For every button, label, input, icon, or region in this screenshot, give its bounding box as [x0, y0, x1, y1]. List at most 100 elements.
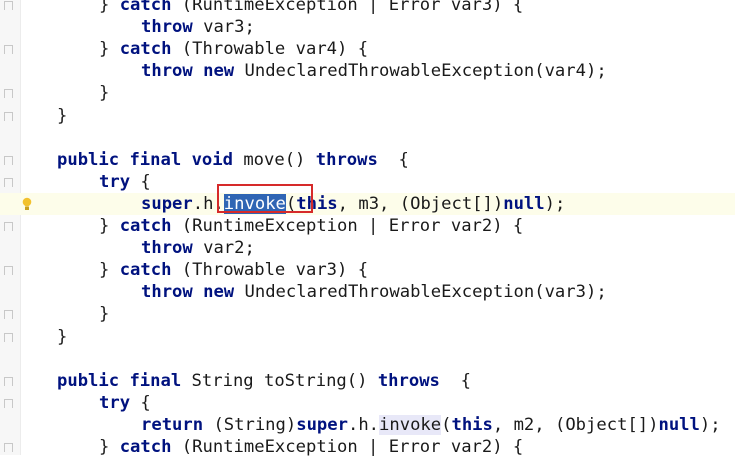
keyword-token: super [141, 193, 193, 214]
code-text: try { [99, 392, 151, 414]
code-token: , m3, (Object[]) [337, 193, 504, 214]
code-line[interactable]: } catch (Throwable var3) { [0, 259, 735, 281]
code-line[interactable]: try { [0, 171, 735, 193]
code-line[interactable]: throw var2; [0, 237, 735, 259]
code-token: } [99, 0, 120, 15]
code-line[interactable]: throw new UndeclaredThrowableException(v… [0, 281, 735, 303]
fold-marker-icon[interactable] [4, 1, 13, 10]
keyword-token: catch [119, 260, 172, 281]
code-text: return (String)super.h.invoke(this, m2, … [141, 414, 721, 436]
code-text: throw new UndeclaredThrowableException(v… [141, 60, 607, 82]
code-token: var2; [192, 238, 255, 259]
fold-marker-icon[interactable] [4, 443, 13, 452]
code-line[interactable]: super.h.invoke(this, m3, (Object[])null)… [0, 192, 735, 215]
code-line[interactable]: try { [0, 392, 735, 414]
code-token: } [99, 39, 120, 60]
keyword-token: final [129, 149, 182, 170]
code-token: } [99, 83, 110, 104]
code-token: } [57, 326, 68, 347]
lightbulb-icon[interactable] [22, 197, 32, 211]
code-token: } [57, 105, 68, 126]
code-line[interactable]: } catch (RuntimeException | Error var3) … [0, 0, 735, 16]
keyword-token: new [203, 61, 235, 82]
code-token: (String) [203, 414, 297, 435]
fold-marker-icon[interactable] [4, 398, 13, 408]
code-line[interactable]: throw var3; [0, 16, 735, 38]
code-line[interactable]: } [0, 82, 735, 104]
code-line[interactable]: } [0, 303, 735, 325]
fold-marker-icon[interactable] [4, 376, 13, 386]
keyword-token: new [203, 282, 235, 303]
code-line[interactable]: public final String toString() throws { [0, 370, 735, 392]
keyword-token: null [658, 414, 700, 435]
annotation-highlight-box [217, 184, 313, 213]
keyword-token: catch [119, 0, 172, 15]
code-line[interactable]: throw new UndeclaredThrowableException(v… [0, 60, 735, 82]
code-text: public final void move() throws { [57, 149, 409, 171]
code-text: } [99, 82, 109, 104]
code-token: ( [441, 414, 452, 435]
code-text: } [57, 326, 67, 348]
fold-marker-icon[interactable] [4, 89, 13, 99]
code-line[interactable] [0, 348, 735, 370]
code-token: { [439, 370, 471, 391]
keyword-token: throw [141, 282, 193, 303]
code-token: } [99, 260, 120, 281]
fold-marker-icon[interactable] [4, 222, 13, 231]
code-token: UndeclaredThrowableException(var4); [234, 61, 607, 82]
fold-marker-icon[interactable] [4, 332, 13, 342]
code-line[interactable]: return (String)super.h.invoke(this, m2, … [0, 414, 735, 436]
code-line[interactable] [0, 127, 735, 149]
keyword-token: catch [119, 39, 172, 60]
keyword-token: throw [141, 17, 193, 38]
code-line[interactable]: } catch (RuntimeException | Error var2) … [0, 215, 735, 237]
code-token: (Throwable var4) { [171, 39, 369, 60]
code-token: ); [544, 193, 566, 214]
keyword-token: super [296, 414, 348, 435]
code-text: } [57, 105, 67, 127]
code-token: } [99, 304, 110, 325]
code-text: } catch (Throwable var4) { [99, 38, 368, 60]
code-token: (RuntimeException | Error var2) { [171, 216, 524, 236]
code-token: { [377, 149, 409, 170]
code-token: var3; [192, 17, 255, 38]
code-text: public final String toString() throws { [57, 370, 471, 392]
keyword-token: catch [119, 437, 172, 457]
fold-marker-icon[interactable] [4, 266, 13, 276]
code-text: throw var3; [141, 16, 255, 38]
fold-marker-icon[interactable] [4, 310, 13, 320]
code-token: move() [232, 149, 316, 170]
code-line[interactable]: public final void move() throws { [0, 149, 735, 171]
code-token: (Throwable var3) { [171, 260, 369, 281]
code-line[interactable]: } [0, 326, 735, 348]
keyword-token: try [99, 171, 131, 192]
keyword-token: throw [141, 238, 193, 259]
code-token: } [99, 437, 120, 457]
code-text: } catch (RuntimeException | Error var3) … [99, 0, 523, 16]
fold-marker-icon[interactable] [4, 111, 13, 121]
code-line[interactable]: } catch (Throwable var4) { [0, 38, 735, 60]
code-text: } catch (RuntimeException | Error var2) … [99, 215, 523, 237]
fold-marker-icon[interactable] [4, 45, 13, 55]
keyword-token: throws [377, 370, 440, 391]
fold-marker-icon[interactable] [4, 155, 13, 165]
fold-marker-icon[interactable] [4, 177, 13, 187]
code-editor[interactable]: } catch (RuntimeException | Error var3) … [0, 0, 735, 457]
code-text: super.h.invoke(this, m3, (Object[])null)… [141, 193, 565, 215]
code-line[interactable]: } [0, 105, 735, 127]
keyword-token: void [191, 149, 233, 170]
code-token: .h. [347, 414, 380, 435]
code-token: (RuntimeException | Error var2) { [171, 437, 524, 457]
code-token: , m2, (Object[]) [492, 414, 659, 435]
keyword-token: this [451, 414, 493, 435]
keyword-token: throws [315, 149, 378, 170]
keyword-token: final [129, 370, 182, 391]
keyword-token: try [99, 392, 131, 413]
keyword-token: catch [119, 216, 172, 236]
code-token: { [130, 392, 151, 413]
